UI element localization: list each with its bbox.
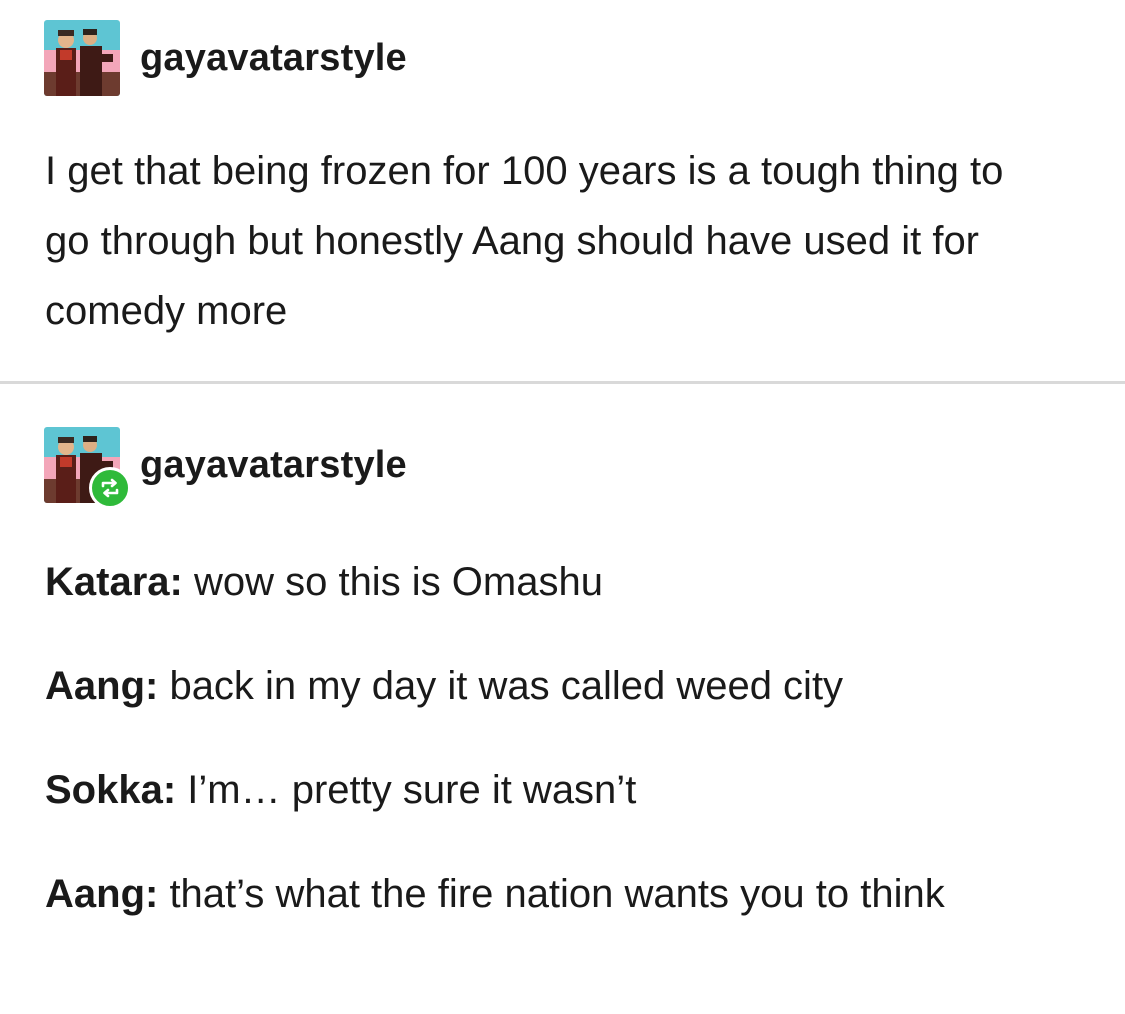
line-text: that’s what the fire nation wants you to… [158, 872, 945, 916]
username[interactable]: gayavatarstyle [140, 444, 407, 487]
speaker-colon: : [145, 872, 159, 916]
post-body: I get that being frozen for 100 years is… [45, 149, 1004, 333]
dialogue: Katara: wow so this is Omashu Aang: back… [45, 547, 1065, 963]
username[interactable]: gayavatarstyle [140, 37, 407, 80]
speaker-name: Aang [45, 664, 145, 708]
line-text: I’m… pretty sure it wasn’t [176, 768, 637, 812]
speaker-colon: : [162, 768, 177, 812]
dialogue-line: Sokka: I’m… pretty sure it wasn’t [45, 755, 1065, 825]
speaker-colon: : [145, 664, 159, 708]
speaker-name: Aang [45, 872, 145, 916]
speaker-colon: : [169, 560, 183, 604]
original-post: gayavatarstyle I get that being frozen f… [0, 0, 1125, 383]
dialogue-line: Aang: back in my day it was called weed … [45, 651, 1065, 721]
dialogue-line: Aang: that’s what the fire nation wants … [45, 859, 1065, 929]
post-divider [0, 381, 1125, 384]
avatar-image-icon [44, 20, 120, 96]
post-header: gayavatarstyle [44, 20, 407, 96]
dialogue-line: Katara: wow so this is Omashu [45, 547, 1065, 617]
avatar[interactable] [44, 20, 120, 96]
line-text: wow so this is Omashu [182, 560, 603, 604]
reblog-icon [89, 467, 131, 509]
reblog-post: gayavatarstyle Katara: wow so this is Om… [0, 385, 1125, 1014]
post-header: gayavatarstyle [44, 427, 407, 509]
speaker-name: Katara [45, 560, 170, 604]
avatar-container[interactable] [44, 427, 131, 509]
line-text: back in my day it was called weed city [158, 664, 844, 708]
speaker-name: Sokka [45, 768, 163, 812]
